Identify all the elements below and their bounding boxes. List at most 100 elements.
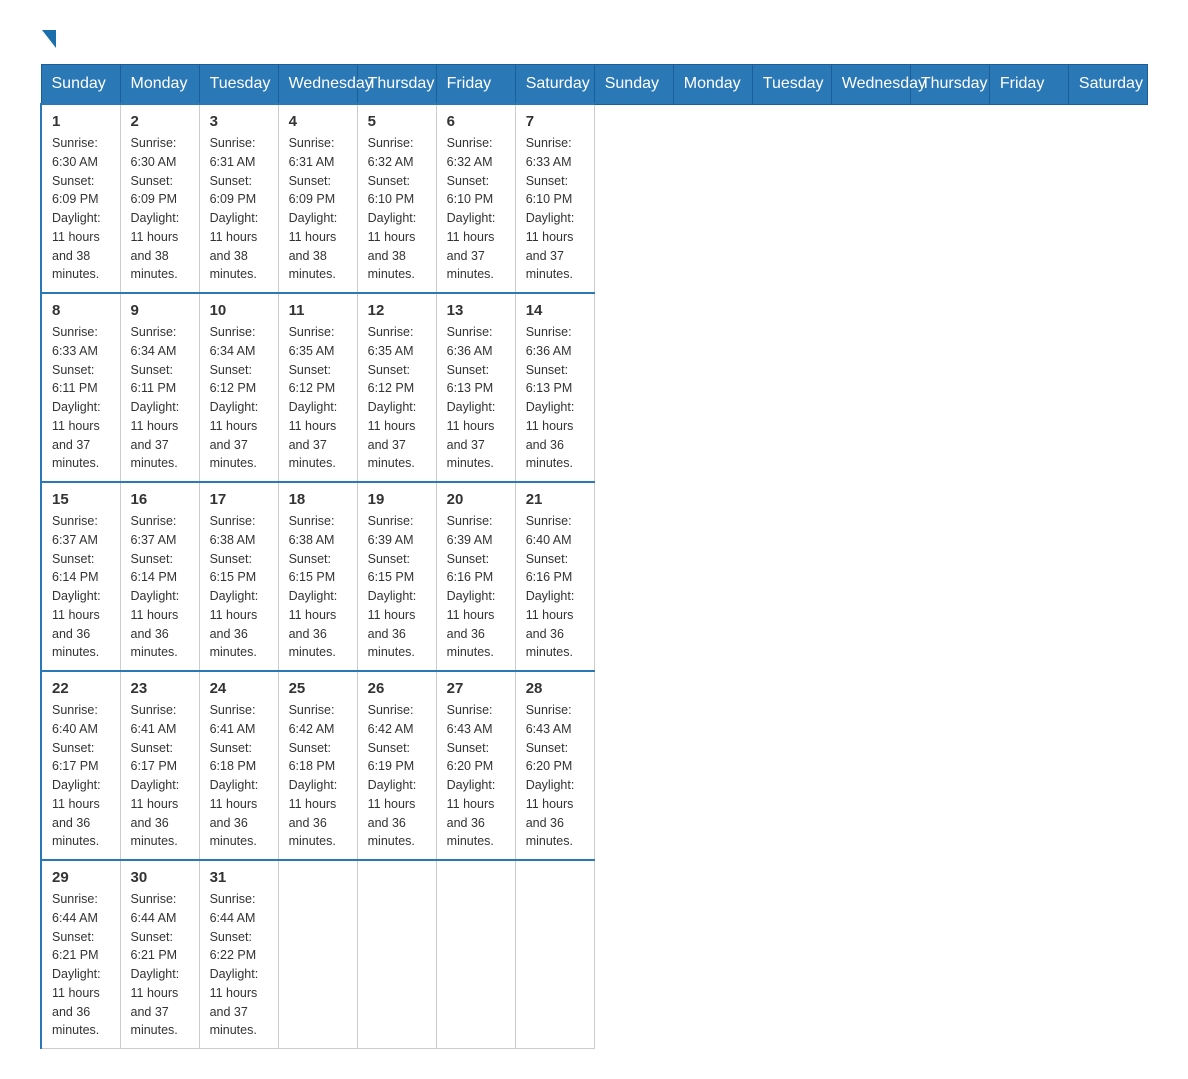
day-number: 14: [526, 302, 584, 319]
calendar-cell: 25 Sunrise: 6:42 AM Sunset: 6:18 PM Dayl…: [278, 671, 357, 860]
calendar-cell: 15 Sunrise: 6:37 AM Sunset: 6:14 PM Dayl…: [41, 482, 120, 671]
calendar-cell: 12 Sunrise: 6:35 AM Sunset: 6:12 PM Dayl…: [357, 293, 436, 482]
calendar-cell: 5 Sunrise: 6:32 AM Sunset: 6:10 PM Dayli…: [357, 104, 436, 293]
day-info: Sunrise: 6:36 AM Sunset: 6:13 PM Dayligh…: [447, 323, 505, 473]
calendar-cell: 7 Sunrise: 6:33 AM Sunset: 6:10 PM Dayli…: [515, 104, 594, 293]
logo: [40, 30, 56, 44]
day-info: Sunrise: 6:42 AM Sunset: 6:19 PM Dayligh…: [368, 701, 426, 851]
calendar-week-row: 8 Sunrise: 6:33 AM Sunset: 6:11 PM Dayli…: [41, 293, 1148, 482]
day-number: 24: [210, 680, 268, 697]
calendar-week-row: 22 Sunrise: 6:40 AM Sunset: 6:17 PM Dayl…: [41, 671, 1148, 860]
calendar-cell: 20 Sunrise: 6:39 AM Sunset: 6:16 PM Dayl…: [436, 482, 515, 671]
day-number: 12: [368, 302, 426, 319]
day-number: 28: [526, 680, 584, 697]
day-info: Sunrise: 6:40 AM Sunset: 6:16 PM Dayligh…: [526, 512, 584, 662]
day-number: 16: [131, 491, 189, 508]
day-number: 4: [289, 113, 347, 130]
day-number: 23: [131, 680, 189, 697]
day-info: Sunrise: 6:41 AM Sunset: 6:17 PM Dayligh…: [131, 701, 189, 851]
calendar-cell: 17 Sunrise: 6:38 AM Sunset: 6:15 PM Dayl…: [199, 482, 278, 671]
calendar-week-row: 15 Sunrise: 6:37 AM Sunset: 6:14 PM Dayl…: [41, 482, 1148, 671]
calendar-header-row: SundayMondayTuesdayWednesdayThursdayFrid…: [41, 65, 1148, 105]
calendar-cell: 29 Sunrise: 6:44 AM Sunset: 6:21 PM Dayl…: [41, 860, 120, 1049]
day-info: Sunrise: 6:39 AM Sunset: 6:16 PM Dayligh…: [447, 512, 505, 662]
calendar-cell: 19 Sunrise: 6:39 AM Sunset: 6:15 PM Dayl…: [357, 482, 436, 671]
day-number: 20: [447, 491, 505, 508]
calendar-cell: 30 Sunrise: 6:44 AM Sunset: 6:21 PM Dayl…: [120, 860, 199, 1049]
day-number: 9: [131, 302, 189, 319]
day-number: 22: [52, 680, 110, 697]
calendar-cell: 24 Sunrise: 6:41 AM Sunset: 6:18 PM Dayl…: [199, 671, 278, 860]
calendar-cell: 26 Sunrise: 6:42 AM Sunset: 6:19 PM Dayl…: [357, 671, 436, 860]
logo-arrow-icon: [42, 30, 56, 48]
header-saturday: Saturday: [515, 65, 594, 105]
header-saturday: Saturday: [1068, 65, 1147, 105]
calendar-cell: 10 Sunrise: 6:34 AM Sunset: 6:12 PM Dayl…: [199, 293, 278, 482]
day-info: Sunrise: 6:32 AM Sunset: 6:10 PM Dayligh…: [368, 134, 426, 284]
day-info: Sunrise: 6:30 AM Sunset: 6:09 PM Dayligh…: [131, 134, 189, 284]
day-info: Sunrise: 6:41 AM Sunset: 6:18 PM Dayligh…: [210, 701, 268, 851]
day-info: Sunrise: 6:33 AM Sunset: 6:11 PM Dayligh…: [52, 323, 110, 473]
calendar-cell: [278, 860, 357, 1049]
day-info: Sunrise: 6:44 AM Sunset: 6:22 PM Dayligh…: [210, 890, 268, 1040]
day-number: 21: [526, 491, 584, 508]
day-number: 1: [52, 113, 110, 130]
header-monday: Monday: [120, 65, 199, 105]
day-number: 6: [447, 113, 505, 130]
calendar-cell: [515, 860, 594, 1049]
calendar-week-row: 1 Sunrise: 6:30 AM Sunset: 6:09 PM Dayli…: [41, 104, 1148, 293]
day-info: Sunrise: 6:34 AM Sunset: 6:11 PM Dayligh…: [131, 323, 189, 473]
header-thursday: Thursday: [910, 65, 989, 105]
day-number: 19: [368, 491, 426, 508]
calendar-cell: 18 Sunrise: 6:38 AM Sunset: 6:15 PM Dayl…: [278, 482, 357, 671]
day-number: 7: [526, 113, 584, 130]
day-number: 10: [210, 302, 268, 319]
day-info: Sunrise: 6:38 AM Sunset: 6:15 PM Dayligh…: [289, 512, 347, 662]
day-info: Sunrise: 6:38 AM Sunset: 6:15 PM Dayligh…: [210, 512, 268, 662]
day-info: Sunrise: 6:35 AM Sunset: 6:12 PM Dayligh…: [289, 323, 347, 473]
day-info: Sunrise: 6:43 AM Sunset: 6:20 PM Dayligh…: [447, 701, 505, 851]
day-info: Sunrise: 6:30 AM Sunset: 6:09 PM Dayligh…: [52, 134, 110, 284]
calendar-cell: 22 Sunrise: 6:40 AM Sunset: 6:17 PM Dayl…: [41, 671, 120, 860]
day-number: 31: [210, 869, 268, 886]
day-info: Sunrise: 6:43 AM Sunset: 6:20 PM Dayligh…: [526, 701, 584, 851]
day-number: 2: [131, 113, 189, 130]
header-sunday: Sunday: [41, 65, 120, 105]
header-sunday: Sunday: [594, 65, 673, 105]
day-info: Sunrise: 6:31 AM Sunset: 6:09 PM Dayligh…: [289, 134, 347, 284]
day-info: Sunrise: 6:34 AM Sunset: 6:12 PM Dayligh…: [210, 323, 268, 473]
calendar-cell: 31 Sunrise: 6:44 AM Sunset: 6:22 PM Dayl…: [199, 860, 278, 1049]
day-number: 8: [52, 302, 110, 319]
day-number: 27: [447, 680, 505, 697]
day-number: 3: [210, 113, 268, 130]
day-info: Sunrise: 6:39 AM Sunset: 6:15 PM Dayligh…: [368, 512, 426, 662]
header-wednesday: Wednesday: [278, 65, 357, 105]
header-wednesday: Wednesday: [831, 65, 910, 105]
header-friday: Friday: [436, 65, 515, 105]
calendar-week-row: 29 Sunrise: 6:44 AM Sunset: 6:21 PM Dayl…: [41, 860, 1148, 1049]
day-info: Sunrise: 6:37 AM Sunset: 6:14 PM Dayligh…: [52, 512, 110, 662]
day-info: Sunrise: 6:35 AM Sunset: 6:12 PM Dayligh…: [368, 323, 426, 473]
header-thursday: Thursday: [357, 65, 436, 105]
header-tuesday: Tuesday: [752, 65, 831, 105]
calendar-cell: 23 Sunrise: 6:41 AM Sunset: 6:17 PM Dayl…: [120, 671, 199, 860]
calendar-cell: 9 Sunrise: 6:34 AM Sunset: 6:11 PM Dayli…: [120, 293, 199, 482]
day-number: 29: [52, 869, 110, 886]
day-info: Sunrise: 6:36 AM Sunset: 6:13 PM Dayligh…: [526, 323, 584, 473]
day-number: 18: [289, 491, 347, 508]
header-friday: Friday: [989, 65, 1068, 105]
day-number: 11: [289, 302, 347, 319]
day-info: Sunrise: 6:31 AM Sunset: 6:09 PM Dayligh…: [210, 134, 268, 284]
calendar-cell: 3 Sunrise: 6:31 AM Sunset: 6:09 PM Dayli…: [199, 104, 278, 293]
calendar-cell: 4 Sunrise: 6:31 AM Sunset: 6:09 PM Dayli…: [278, 104, 357, 293]
day-info: Sunrise: 6:42 AM Sunset: 6:18 PM Dayligh…: [289, 701, 347, 851]
calendar-cell: 8 Sunrise: 6:33 AM Sunset: 6:11 PM Dayli…: [41, 293, 120, 482]
day-number: 26: [368, 680, 426, 697]
calendar-cell: 1 Sunrise: 6:30 AM Sunset: 6:09 PM Dayli…: [41, 104, 120, 293]
day-number: 30: [131, 869, 189, 886]
day-number: 5: [368, 113, 426, 130]
calendar-cell: [357, 860, 436, 1049]
day-info: Sunrise: 6:33 AM Sunset: 6:10 PM Dayligh…: [526, 134, 584, 284]
day-number: 15: [52, 491, 110, 508]
calendar-cell: 13 Sunrise: 6:36 AM Sunset: 6:13 PM Dayl…: [436, 293, 515, 482]
